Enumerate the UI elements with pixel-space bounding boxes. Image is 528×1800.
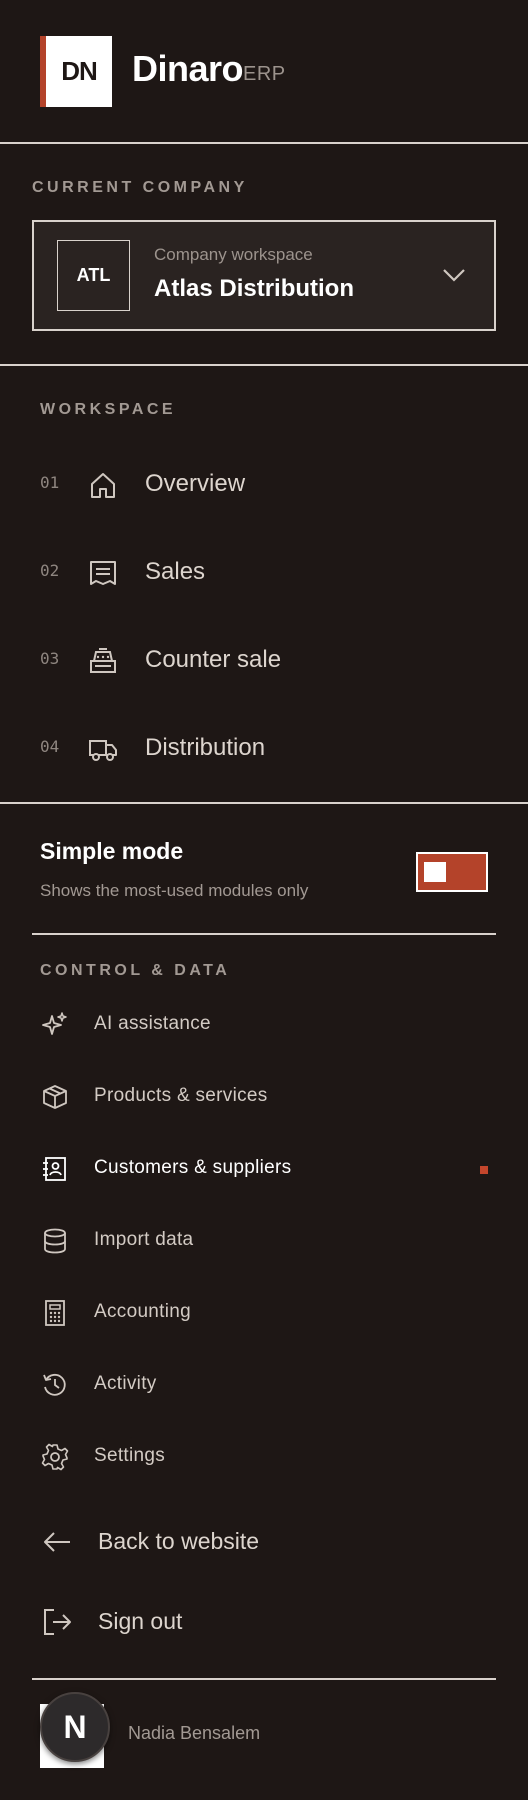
- arrow-left-icon: [41, 1526, 73, 1558]
- control-item-label: Import data: [94, 1229, 194, 1250]
- database-icon: [41, 1227, 69, 1255]
- control-item-label: Accounting: [94, 1301, 192, 1322]
- control-item-label: Settings: [94, 1445, 166, 1466]
- sign-out-icon: [41, 1606, 73, 1638]
- control-item-label: AI assistance: [94, 1013, 211, 1034]
- simple-mode-toggle[interactable]: [416, 852, 488, 892]
- brand-logo[interactable]: DN: [40, 36, 112, 107]
- chevron-down-icon[interactable]: [441, 265, 467, 285]
- box-icon: [41, 1083, 69, 1111]
- header-divider: [0, 142, 528, 144]
- company-divider: [0, 364, 528, 366]
- simple-mode-title: Simple mode: [40, 838, 184, 864]
- receipt-icon: [88, 558, 118, 588]
- nav-item-label: Counter sale: [145, 646, 282, 673]
- history-icon: [41, 1371, 69, 1399]
- nav-item-label: Distribution: [145, 734, 266, 761]
- workspace-label: WORKSPACE: [40, 401, 177, 418]
- current-company-label: CURRENT COMPANY: [32, 179, 248, 196]
- control-data-label: CONTROL & DATA: [40, 962, 231, 979]
- nav-item-number: 02: [40, 561, 60, 580]
- control-item-label: Products & services: [94, 1085, 268, 1106]
- calculator-icon: [41, 1299, 69, 1327]
- nav-item-label: Overview: [145, 470, 246, 497]
- brand-suffix: ERP: [243, 63, 286, 85]
- sign-out-label: Sign out: [98, 1608, 183, 1634]
- contacts-icon: [41, 1155, 69, 1183]
- control-item-label: Activity: [94, 1373, 157, 1394]
- footer-divider: [32, 1678, 496, 1680]
- nav-item-label: Sales: [145, 558, 206, 585]
- avatar[interactable]: N: [40, 1692, 110, 1762]
- brand-name: Dinaro: [132, 48, 244, 89]
- company-caption: Company workspace: [154, 245, 313, 264]
- workspace-divider: [0, 802, 528, 804]
- active-indicator: [480, 1166, 488, 1174]
- home-icon: [88, 470, 118, 500]
- company-badge: ATL: [57, 240, 130, 311]
- sparkles-icon: [41, 1011, 69, 1039]
- toggle-knob: [424, 862, 446, 882]
- simple-mode-description: Shows the most-used modules only: [40, 881, 309, 900]
- nav-item-number: 04: [40, 737, 60, 756]
- user-name: Nadia Bensalem: [128, 1723, 261, 1743]
- cash-register-icon: [88, 646, 118, 676]
- truck-icon: [88, 734, 118, 764]
- back-to-website-label: Back to website: [98, 1528, 260, 1554]
- nav-item-number: 01: [40, 473, 60, 492]
- control-item-label: Customers & suppliers: [94, 1157, 292, 1178]
- company-name: Atlas Distribution: [154, 275, 355, 302]
- simple-mode-divider: [32, 933, 496, 935]
- nav-item-number: 03: [40, 649, 60, 668]
- gear-icon: [41, 1443, 69, 1471]
